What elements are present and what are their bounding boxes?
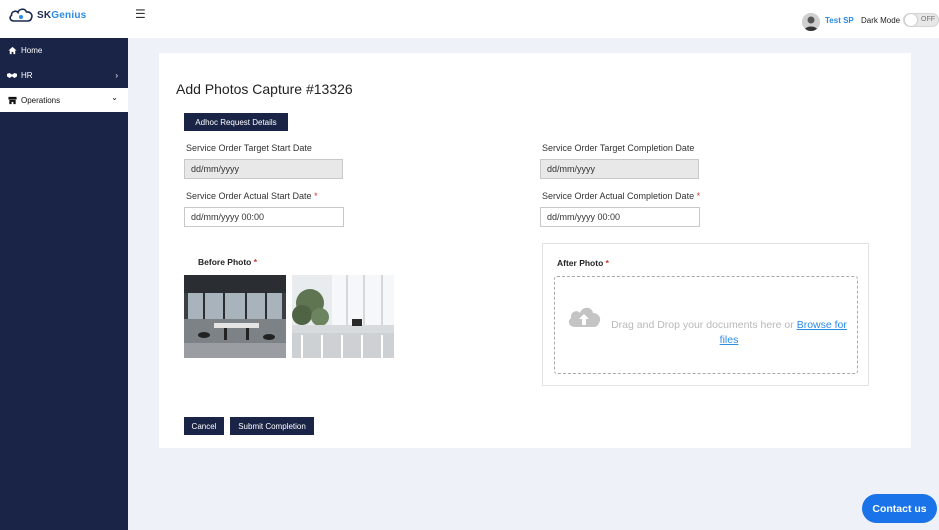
- top-header: SKGenius ☰ Test SP Dark Mode OFF: [0, 0, 939, 38]
- user-photo-icon: [802, 13, 820, 31]
- contact-us-button[interactable]: Contact us: [862, 494, 937, 523]
- chevron-right-icon: ›: [115, 70, 118, 80]
- dropzone-text: Drag and Drop your documents here or Bro…: [611, 319, 847, 346]
- cloud-logo-icon: [9, 8, 33, 22]
- actual-start-label: Service Order Actual Start Date *: [186, 191, 318, 201]
- toggle-state: OFF: [921, 16, 935, 23]
- target-completion-input[interactable]: dd/mm/yyyy: [540, 159, 699, 179]
- sidebar-item-hr[interactable]: HR ›: [0, 63, 128, 87]
- before-photo-label: Before Photo *: [198, 257, 258, 267]
- before-photo-thumbnail[interactable]: [184, 275, 286, 358]
- sidebar-item-home[interactable]: Home: [0, 38, 128, 62]
- actual-completion-label: Service Order Actual Completion Date *: [542, 191, 701, 201]
- office-photo-icon: [184, 275, 286, 358]
- dark-mode-toggle[interactable]: OFF: [903, 13, 939, 27]
- actual-completion-input[interactable]: dd/mm/yyyy 00:00: [540, 207, 700, 227]
- sidebar-item-label: HR: [21, 70, 33, 80]
- sidebar-item-operations[interactable]: Operations ⌄: [0, 88, 128, 112]
- sidebar: Home HR › Operations ⌄: [0, 38, 128, 530]
- chevron-down-icon: ⌄: [111, 93, 118, 102]
- target-start-input[interactable]: dd/mm/yyyy: [184, 159, 343, 179]
- avatar[interactable]: [802, 13, 820, 31]
- logo-text: SKGenius: [37, 9, 87, 21]
- submit-completion-button[interactable]: Submit Completion: [230, 417, 314, 435]
- user-name[interactable]: Test SP: [825, 16, 854, 25]
- before-photo-thumbnail[interactable]: [292, 275, 394, 358]
- sidebar-item-label: Home: [21, 45, 43, 55]
- logo[interactable]: SKGenius: [8, 6, 86, 24]
- store-icon: [7, 95, 17, 105]
- sidebar-item-label: Operations: [21, 95, 61, 105]
- cloud-upload-icon: [568, 307, 601, 327]
- after-photo-label: After Photo *: [557, 258, 609, 268]
- page-title: Add Photos Capture #13326: [176, 81, 353, 97]
- home-icon: [7, 45, 17, 55]
- office-photo-icon: [292, 275, 394, 358]
- target-completion-label: Service Order Target Completion Date: [542, 143, 695, 153]
- toggle-knob: [904, 13, 918, 27]
- handshake-icon: [7, 70, 17, 80]
- dark-mode-label: Dark Mode: [861, 16, 901, 25]
- cancel-button[interactable]: Cancel: [184, 417, 224, 435]
- menu-toggle-icon[interactable]: ☰: [135, 7, 146, 21]
- adhoc-request-details-button[interactable]: Adhoc Request Details: [184, 113, 288, 131]
- actual-start-input[interactable]: dd/mm/yyyy 00:00: [184, 207, 344, 227]
- target-start-label: Service Order Target Start Date: [186, 143, 312, 153]
